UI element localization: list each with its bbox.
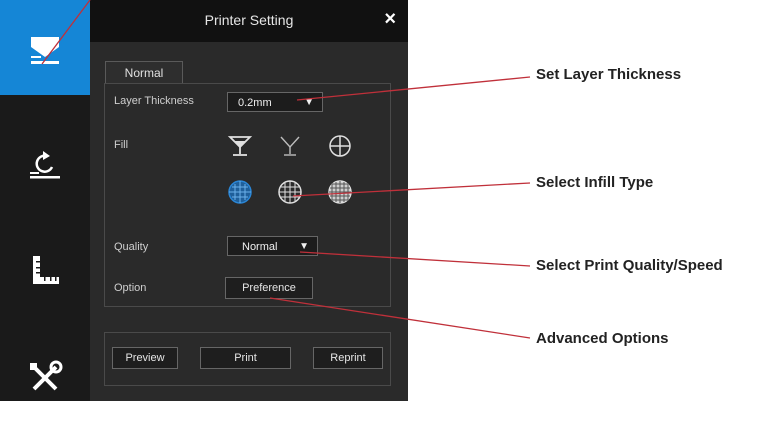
- callout-line-advanced: [269, 297, 531, 339]
- callout-line-quality: [299, 251, 531, 267]
- callout-line-sidebar: [41, 0, 91, 65]
- callout-layer-thickness: Set Layer Thickness: [536, 66, 682, 83]
- callout-print-quality: Select Print Quality/Speed: [536, 257, 723, 274]
- callout-infill-type: Select Infill Type: [536, 174, 654, 191]
- callout-line-infill: [292, 182, 531, 197]
- callout-line-layer: [296, 76, 531, 101]
- callout-advanced-options: Advanced Options: [536, 330, 669, 347]
